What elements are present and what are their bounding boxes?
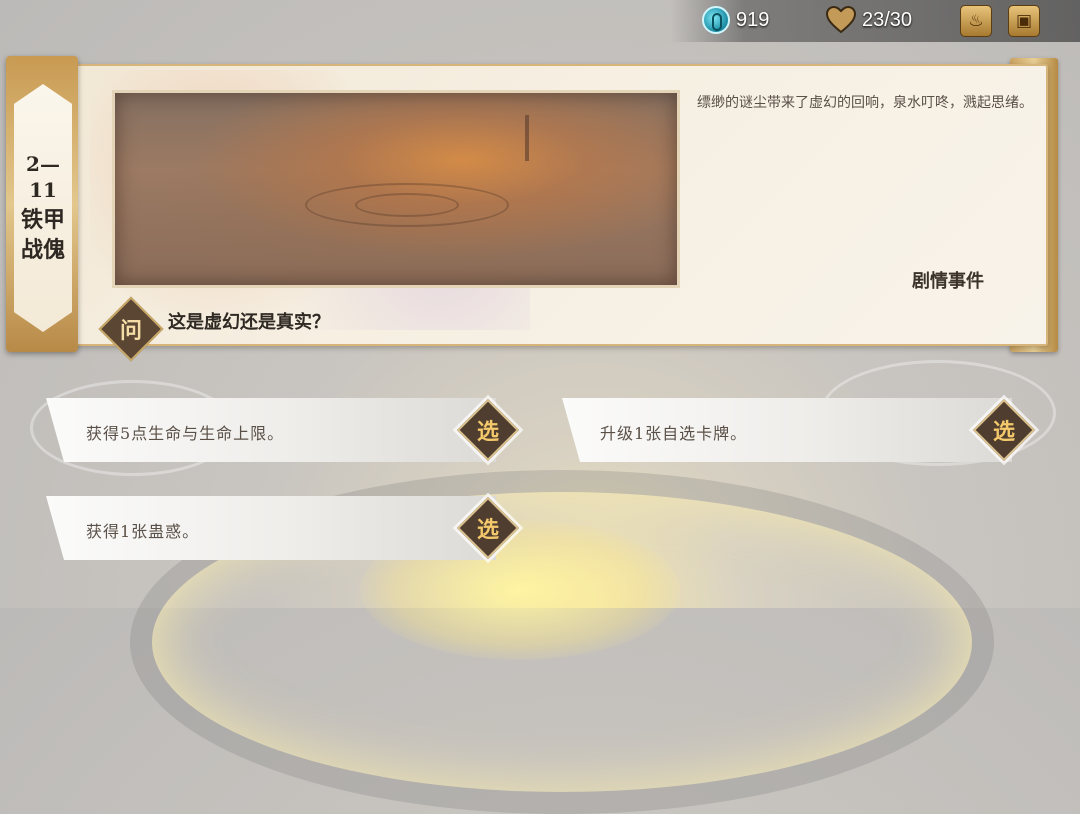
option-3-select-label[interactable]: 选: [466, 506, 510, 550]
stage-name: 铁甲战傀: [20, 207, 65, 263]
option-2-text: 升级1张自选卡牌。: [600, 424, 748, 443]
option-1-text: 获得5点生命与生命上限。: [86, 424, 285, 443]
top-resource-bar: 919 23/30 ♨ ▣: [670, 0, 1080, 42]
currency-value: 919: [736, 8, 770, 31]
scene-tower: [525, 115, 529, 161]
currency-display: 919: [702, 6, 769, 34]
question-text: 这是虚幻还是真实？: [168, 312, 330, 333]
event-scene-image: [112, 90, 680, 288]
flame-icon: ♨: [968, 11, 984, 31]
spiral-coin-icon: [702, 6, 730, 34]
stage-banner-inner: 2—11 铁甲战傀: [14, 84, 72, 332]
hp-value: 23/30: [862, 8, 913, 31]
option-2-select-label[interactable]: 选: [982, 408, 1026, 452]
backpack-icon: ▣: [1015, 11, 1033, 31]
option-1-select-label[interactable]: 选: [466, 408, 510, 452]
hp-display: 23/30: [825, 5, 913, 34]
stage-number: 2—11: [26, 152, 60, 202]
option-3-text: 获得1张蛊惑。: [86, 522, 200, 541]
event-type-label: 剧情事件: [912, 271, 984, 292]
scene-ripple: [355, 193, 459, 217]
flame-button[interactable]: ♨: [960, 5, 992, 37]
heart-icon: [825, 5, 857, 34]
question-badge-label: 问: [119, 318, 142, 344]
backpack-button[interactable]: ▣: [1008, 5, 1040, 37]
event-description: 缥缈的谜尘带来了虚幻的回响，泉水叮咚，溅起思绪。: [697, 95, 1033, 111]
